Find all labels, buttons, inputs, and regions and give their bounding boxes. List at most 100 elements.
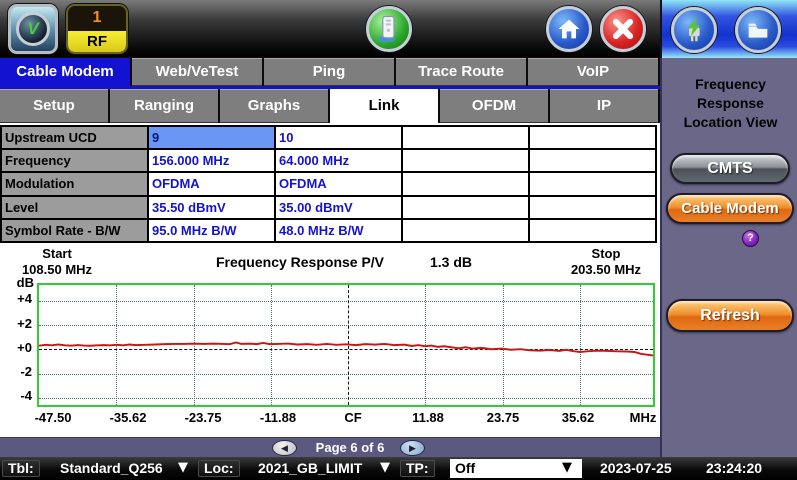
tab-link[interactable]: Link — [330, 89, 440, 123]
table-cell[interactable]: 10 — [276, 127, 401, 148]
row-label: Symbol Rate - B/W — [2, 220, 147, 241]
y-tick: +2 — [2, 316, 32, 331]
module-name-label: RF — [68, 31, 126, 52]
close-button[interactable] — [600, 6, 646, 52]
tp-label: TP: — [400, 460, 435, 477]
status-date: 2023-07-25 — [600, 460, 672, 476]
table-cell[interactable]: 95.0 MHz B/W — [149, 220, 274, 241]
y-axis-unit: dB — [4, 275, 34, 290]
table-cell[interactable] — [403, 197, 528, 218]
response-trace — [39, 342, 653, 355]
modem-status-button[interactable] — [366, 6, 412, 52]
tab-ping[interactable]: Ping — [264, 58, 396, 86]
power-plug-icon — [679, 15, 709, 45]
frequency-response-plot — [37, 283, 655, 407]
page-prev-icon: ◀ — [281, 444, 288, 454]
rf-module-button[interactable]: 1 RF — [66, 4, 128, 54]
table-cell[interactable] — [530, 197, 655, 218]
y-tick: +0 — [2, 340, 32, 355]
tab-ranging[interactable]: Ranging — [110, 89, 220, 123]
primary-tabs: Cable Modem Web/VeTest Ping Trace Route … — [0, 58, 660, 86]
table-cell[interactable] — [403, 150, 528, 171]
cable-modem-icon — [374, 14, 404, 44]
start-frequency: Start 108.50 MHz — [2, 246, 112, 278]
status-time: 23:24:20 — [706, 460, 762, 476]
x-tick: -35.62 — [96, 410, 160, 425]
folder-icon — [744, 16, 772, 44]
x-tick: CF — [321, 410, 385, 425]
table-cell[interactable] — [403, 220, 528, 241]
loc-value: 2021_GB_LIMIT — [258, 460, 362, 476]
screen: V 1 RF — [0, 0, 797, 480]
tab-graphs[interactable]: Graphs — [220, 89, 330, 123]
y-tick: +4 — [2, 291, 32, 306]
x-tick: 35.62 — [546, 410, 610, 425]
table-cell-selected[interactable]: 9 — [149, 127, 274, 148]
secondary-tabs: Setup Ranging Graphs Link OFDM IP — [0, 89, 660, 123]
x-tick: -11.88 — [246, 410, 310, 425]
table-cell[interactable] — [530, 127, 655, 148]
row-label: Upstream UCD — [2, 127, 147, 148]
table-cell[interactable]: 48.0 MHz B/W — [276, 220, 401, 241]
help-icon[interactable]: ? — [742, 230, 759, 247]
veex-logo-button[interactable]: V — [8, 4, 58, 54]
table-cell[interactable]: OFDMA — [149, 173, 274, 194]
loc-label: Loc: — [198, 460, 240, 477]
stop-frequency: Stop 203.50 MHz — [554, 246, 658, 278]
home-button[interactable] — [546, 6, 592, 52]
table-cell[interactable]: 156.000 MHz — [149, 150, 274, 171]
home-icon — [555, 15, 583, 43]
cmts-button[interactable]: CMTS — [670, 153, 790, 184]
x-tick: 23.75 — [471, 410, 535, 425]
power-status-button[interactable] — [671, 7, 717, 53]
tbl-value: Standard_Q256 — [60, 460, 163, 476]
page-next-icon: ▶ — [409, 444, 416, 454]
veex-logo-icon: V — [16, 12, 50, 46]
tp-dropdown-icon[interactable]: ▼ — [562, 460, 572, 475]
tbl-dropdown-icon[interactable]: ▼ — [178, 460, 188, 475]
x-tick: -23.75 — [171, 410, 235, 425]
table-cell[interactable] — [530, 220, 655, 241]
tab-web-vetest[interactable]: Web/VeTest — [132, 58, 264, 86]
row-label: Frequency — [2, 150, 147, 171]
status-bar: Tbl: Standard_Q256 ▼ Loc: 2021_GB_LIMIT … — [0, 457, 797, 480]
page-prev-button[interactable]: ◀ — [272, 440, 297, 456]
tab-ofdm[interactable]: OFDM — [440, 89, 550, 123]
tab-trace-route[interactable]: Trace Route — [396, 58, 528, 86]
cable-modem-button[interactable]: Cable Modem — [666, 193, 794, 224]
pv-value: 1.3 dB — [430, 254, 472, 270]
table-cell[interactable] — [530, 173, 655, 194]
row-label: Modulation — [2, 173, 147, 194]
sidebar: Frequency Response Location View CMTS Ca… — [660, 58, 797, 457]
tab-voip[interactable]: VoIP — [528, 58, 660, 86]
main-content: Upstream UCD 9 10 Frequency 156.000 MHz … — [0, 123, 660, 437]
page-navigation: ◀ Page 6 of 6 ▶ — [0, 437, 660, 457]
page-next-button[interactable]: ▶ — [400, 440, 425, 456]
loc-dropdown-icon[interactable]: ▼ — [380, 460, 390, 475]
table-cell[interactable] — [403, 173, 528, 194]
tab-cable-modem[interactable]: Cable Modem — [0, 58, 132, 86]
table-cell[interactable]: 64.000 MHz — [276, 150, 401, 171]
refresh-button[interactable]: Refresh — [666, 299, 794, 332]
table-cell[interactable] — [530, 150, 655, 171]
tab-ip[interactable]: IP — [550, 89, 660, 123]
chart-title: Frequency Response P/V — [170, 254, 430, 270]
tab-setup[interactable]: Setup — [0, 89, 110, 123]
file-manager-button[interactable] — [735, 7, 781, 53]
table-cell[interactable]: 35.00 dBmV — [276, 197, 401, 218]
table-cell[interactable]: OFDMA — [276, 173, 401, 194]
module-slot-number: 1 — [68, 6, 126, 31]
row-label: Level — [2, 197, 147, 218]
tbl-label: Tbl: — [2, 460, 40, 477]
table-cell[interactable]: 35.50 dBmV — [149, 197, 274, 218]
x-tick: -47.50 — [21, 410, 85, 425]
view-title: Frequency Response Location View — [662, 75, 797, 132]
upstream-table: Upstream UCD 9 10 Frequency 156.000 MHz … — [0, 125, 657, 243]
x-tick: 11.88 — [396, 410, 460, 425]
veex-logo-letter: V — [27, 19, 38, 39]
page-indicator: Page 6 of 6 — [300, 440, 400, 455]
chart-header: Start 108.50 MHz Frequency Response P/V … — [0, 244, 660, 284]
y-tick: -2 — [2, 364, 32, 379]
y-tick: -4 — [2, 388, 32, 403]
table-cell[interactable] — [403, 127, 528, 148]
